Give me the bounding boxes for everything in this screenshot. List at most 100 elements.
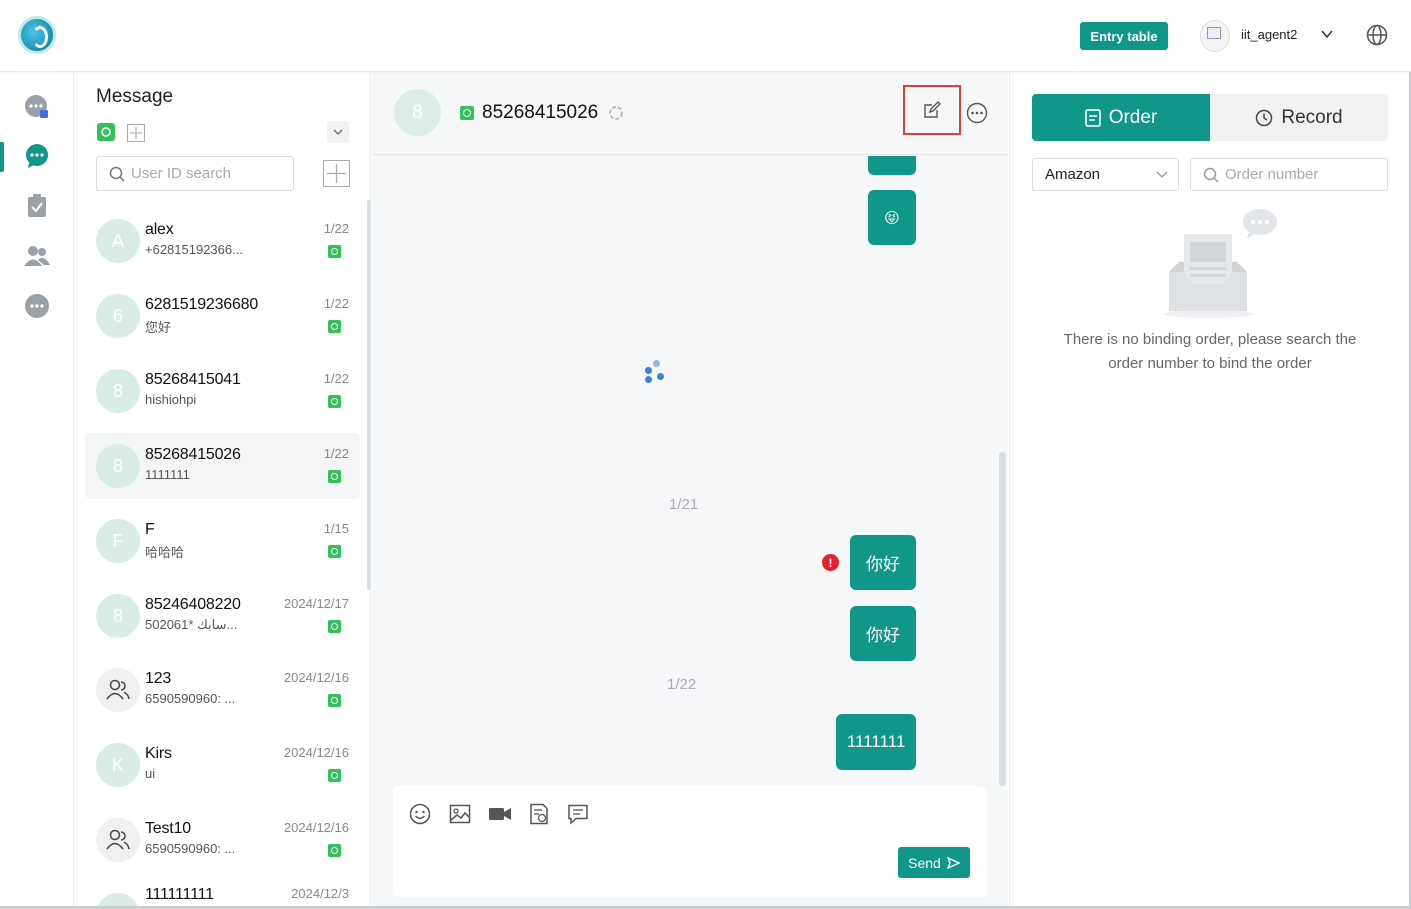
add-contact-icon[interactable] xyxy=(323,160,350,187)
whatsapp-icon xyxy=(328,470,341,483)
conversation-preview: 哈哈哈 xyxy=(145,545,185,560)
conversation-item[interactable]: 111111111 2024/12/3 xyxy=(85,882,360,909)
image-icon[interactable] xyxy=(449,803,471,825)
conversation-date: 1/22 xyxy=(323,371,349,386)
conversation-item[interactable]: 6 6281519236680 您好 1/22 xyxy=(85,283,360,349)
conversation-name: 85246408220 xyxy=(145,596,241,613)
contact-avatar: 6 xyxy=(96,294,140,338)
message-text: 你好 xyxy=(866,626,900,645)
conversation-item[interactable]: F F 哈哈哈 1/15 xyxy=(85,508,360,574)
search-icon xyxy=(109,166,125,182)
chat-scrollbar[interactable] xyxy=(999,452,1006,786)
conversation-name: F xyxy=(145,521,155,538)
file-template-icon[interactable] xyxy=(528,803,550,825)
nav-more[interactable] xyxy=(24,293,50,319)
platform-select[interactable]: Amazon xyxy=(1032,158,1179,191)
chat-header: 8 85268415026 xyxy=(372,72,1008,155)
list-scrollbar[interactable] xyxy=(367,200,371,590)
user-id-search-input[interactable]: User ID search xyxy=(96,156,294,191)
error-icon[interactable]: ! xyxy=(822,554,839,571)
more-dots-icon xyxy=(25,294,49,318)
tab-order-label: Order xyxy=(1108,106,1158,128)
conversation-item[interactable]: K Kirs ui 2024/12/16 xyxy=(85,732,360,798)
conversation-name: Test10 xyxy=(145,820,191,837)
message-composer[interactable]: Send xyxy=(393,786,987,897)
chevron-down-icon xyxy=(333,129,343,135)
tab-record-label: Record xyxy=(1281,106,1343,128)
app-logo[interactable] xyxy=(18,16,56,54)
conversation-name: 111111111 xyxy=(145,886,214,903)
conversation-preview: 6590590960: ... xyxy=(145,691,236,706)
entry-table-button[interactable]: Entry table xyxy=(1080,22,1168,50)
user-avatar[interactable] xyxy=(1200,20,1230,52)
whatsapp-icon xyxy=(328,320,341,333)
order-number-search-input[interactable]: Order number xyxy=(1190,158,1388,191)
chevron-down-icon[interactable] xyxy=(1320,27,1334,41)
message-bubble[interactable]: 1111111 xyxy=(836,714,916,770)
conversation-name: 85268415026 xyxy=(145,446,241,463)
conversation-item[interactable]: 8 85268415026 1111111 1/22 xyxy=(85,433,360,499)
group-avatar xyxy=(96,818,140,862)
tab-order[interactable]: Order xyxy=(1032,94,1210,141)
channel-dropdown[interactable] xyxy=(327,121,349,143)
whatsapp-icon xyxy=(328,395,341,408)
username[interactable]: iit_agent2 xyxy=(1241,27,1297,42)
message-bubble-partial[interactable] xyxy=(868,156,916,175)
message-bubble[interactable]: 😝 xyxy=(868,190,916,245)
conversation-item[interactable]: 8 85268415041 hishiohpi 1/22 xyxy=(85,358,360,424)
search-icon xyxy=(1203,167,1219,183)
conversation-preview: 您好 xyxy=(145,320,172,335)
contact-avatar[interactable]: 8 xyxy=(394,89,441,136)
conversation-preview: 502061* سابك... xyxy=(145,617,238,632)
message-text: 你好 xyxy=(866,555,900,574)
nav-tasks[interactable] xyxy=(24,193,50,219)
conversation-item[interactable]: 8 85246408220 502061* سابك... 2024/12/17 xyxy=(85,583,360,649)
chevron-down-icon xyxy=(1156,171,1168,178)
conversation-date: 2024/12/17 xyxy=(283,596,349,611)
clock-icon xyxy=(1256,109,1273,126)
send-button[interactable]: Send xyxy=(898,847,970,878)
conversation-item[interactable]: Aalex +62815192366... 1/22 xyxy=(85,208,360,274)
globe-icon[interactable] xyxy=(1366,24,1388,46)
conversation-item[interactable]: 123 6590590960: ... 2024/12/16 xyxy=(85,657,360,723)
quick-reply-icon[interactable] xyxy=(567,803,589,825)
conversation-date: 1/22 xyxy=(323,221,349,236)
nav-active-indicator xyxy=(0,142,4,172)
date-separator: 1/21 xyxy=(669,496,699,513)
users-icon xyxy=(24,246,50,266)
contact-avatar: 8 xyxy=(96,444,140,488)
video-icon[interactable] xyxy=(488,803,512,825)
nav-messages[interactable] xyxy=(24,143,50,169)
more-options-icon[interactable] xyxy=(966,102,988,124)
order-tabs: Order Record xyxy=(1032,94,1388,141)
whatsapp-icon xyxy=(328,694,341,707)
empty-state-message: There is no binding order, please search… xyxy=(1063,331,1357,372)
search-placeholder: User ID search xyxy=(131,165,232,182)
conversation-preview: hishiohpi xyxy=(145,392,197,407)
nav-chat-notifications[interactable] xyxy=(24,94,50,120)
message-bubble[interactable]: 你好 xyxy=(850,606,916,661)
clipboard-check-icon xyxy=(28,194,46,217)
whatsapp-channel-icon[interactable] xyxy=(97,123,115,141)
nav-contacts[interactable] xyxy=(24,243,50,269)
panel-title: Message xyxy=(96,86,174,107)
conversation-name: 85268415041 xyxy=(145,371,241,388)
message-bubble[interactable]: 你好 xyxy=(850,535,916,590)
order-panel: Order Record Amazon Order number There i… xyxy=(1009,72,1409,909)
conversation-preview: ui xyxy=(145,766,156,781)
conversation-date: 2024/12/16 xyxy=(283,670,349,685)
contact-avatar: 8 xyxy=(96,594,140,638)
edit-contact-button[interactable] xyxy=(903,85,961,135)
whatsapp-icon xyxy=(328,245,341,258)
conversation-date: 2024/12/16 xyxy=(283,820,349,835)
contact-avatar: K xyxy=(96,743,140,787)
contact-avatar: A xyxy=(96,219,140,263)
tab-record[interactable]: Record xyxy=(1210,94,1388,141)
date-separator: 1/22 xyxy=(667,676,697,693)
emoji-icon[interactable] xyxy=(409,803,431,825)
conversation-item[interactable]: Test10 6590590960: ... 2024/12/16 xyxy=(85,807,360,873)
send-label: Send xyxy=(908,854,941,871)
edit-icon xyxy=(924,101,941,118)
status-spinner-icon xyxy=(609,106,623,120)
add-channel-icon[interactable] xyxy=(127,124,145,142)
